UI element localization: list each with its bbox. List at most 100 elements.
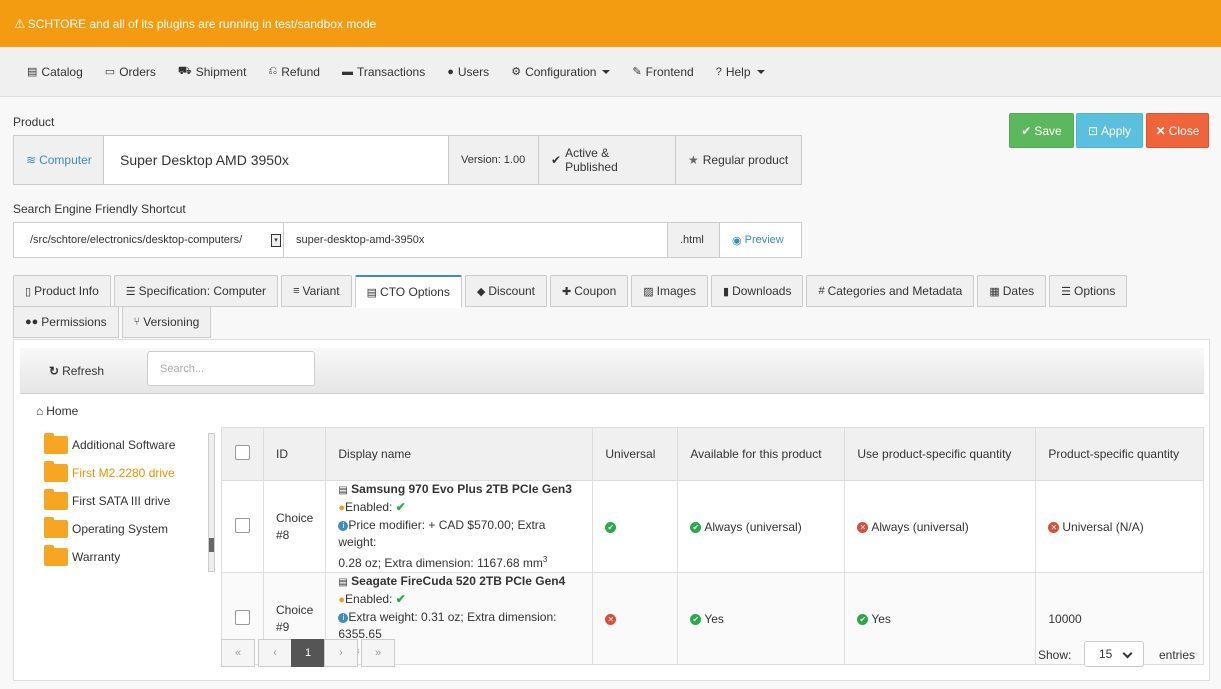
bars-icon: ≡ xyxy=(293,285,300,297)
refresh-icon: ↻ xyxy=(49,364,60,378)
times-circle-icon: ✕ xyxy=(857,521,869,533)
sandbox-banner: ⚠ SCHTORE and all of its plugins are run… xyxy=(0,0,1221,47)
tree-item[interactable]: First M2.2280 drive xyxy=(44,461,175,482)
user-icon: ● xyxy=(447,65,454,78)
list-alt-icon: ▤ xyxy=(366,286,378,299)
tag-icon: ◆ xyxy=(476,285,486,298)
apply-button[interactable]: ⊡ Apply xyxy=(1076,113,1143,148)
tree-item[interactable]: Warranty xyxy=(44,545,120,566)
row-id: Choice xyxy=(276,510,314,525)
refresh-button[interactable]: ↻ Refresh xyxy=(49,364,104,378)
tree-item[interactable]: First SATA III drive xyxy=(44,489,170,510)
file-icon: ▯ xyxy=(25,285,32,298)
home-icon: ⌂ xyxy=(36,404,44,418)
tree-home[interactable]: ⌂ Home xyxy=(36,404,78,418)
tree-item[interactable]: Operating System xyxy=(44,517,168,538)
version-badge: Version: 1.00 xyxy=(449,136,539,184)
tab-coupon[interactable]: ✚ Coupon xyxy=(550,275,629,307)
hashtag-icon: # xyxy=(818,285,825,297)
tab-dates[interactable]: ▦ Dates xyxy=(977,275,1047,307)
tab-product-info[interactable]: ▯ Product Info xyxy=(13,275,111,307)
seo-slug-input[interactable]: super-desktop-amd-3950x xyxy=(284,223,668,257)
col-header[interactable]: Available for this product xyxy=(677,427,846,481)
nav-frontend[interactable]: ✎ Frontend xyxy=(621,47,704,97)
eye-icon: ◉ xyxy=(732,234,742,247)
status-button[interactable]: ✔ Active & Published xyxy=(539,136,676,184)
orders-icon: ▭ xyxy=(104,66,116,78)
nav-users[interactable]: ● Users xyxy=(436,47,500,97)
choice-name: Seagate FireCuda 520 2TB PCIe Gen4 xyxy=(351,574,566,588)
tree-scrollbar[interactable] xyxy=(208,433,215,572)
col-header[interactable]: Use product-specific quantity xyxy=(844,427,1037,481)
tabs-row-2: ●● Permissions ⑂ Versioning xyxy=(13,306,214,338)
tab-categories[interactable]: # Categories and Metadata xyxy=(806,275,975,307)
product-kind-button[interactable]: ★ Regular product xyxy=(676,136,801,184)
first-page-button[interactable]: « xyxy=(221,639,255,667)
list-icon: ▤ xyxy=(338,485,348,496)
tab-cto-options[interactable]: ▤ CTO Options xyxy=(354,275,462,308)
check-circle-icon: ✔ xyxy=(605,521,617,533)
folder-icon xyxy=(44,545,68,566)
nav-configuration[interactable]: ⚙ Configuration xyxy=(500,47,621,97)
preview-button[interactable]: ◉ Preview xyxy=(720,223,801,257)
toolbar: ↻ Refresh Search... xyxy=(20,348,1204,394)
prev-page-button[interactable]: ‹ xyxy=(258,639,292,667)
col-header[interactable]: Universal xyxy=(592,427,679,481)
product-header: ≋ Computer Super Desktop AMD 3950x Versio… xyxy=(13,135,802,185)
page-size-select[interactable]: 15 xyxy=(1084,641,1144,667)
main-content: Product ✔ Save ⊡ Apply ✕ Close ≋ Computer Su… xyxy=(0,97,1221,689)
scroll-thumb[interactable] xyxy=(209,538,214,552)
choice-name: Samsung 970 Evo Plus 2TB PCIe Gen3 xyxy=(351,482,572,496)
last-page-button[interactable]: » xyxy=(361,639,395,667)
list-icon: ☰ xyxy=(125,285,136,298)
row-checkbox[interactable] xyxy=(235,517,250,533)
nav-refund[interactable]: ⎌ Refund xyxy=(257,47,331,97)
transactions-icon: ▬ xyxy=(341,65,353,78)
next-page-button[interactable]: › xyxy=(324,639,358,667)
seo-path-select[interactable]: /src/schtore/electronics/desktop-compute… xyxy=(14,223,284,257)
nav-catalog[interactable]: ▤ Catalog xyxy=(16,47,94,97)
entries-label: entries xyxy=(1159,648,1196,662)
warning-icon: ⚠ xyxy=(14,15,26,31)
col-header[interactable]: ID xyxy=(262,427,327,481)
close-button[interactable]: ✕ Close xyxy=(1146,113,1209,148)
sliders-icon: ☰ xyxy=(1061,285,1071,298)
col-header[interactable]: Product-specific quantity xyxy=(1035,427,1204,481)
tab-downloads[interactable]: ▮ Downloads xyxy=(711,275,804,307)
product-name-input[interactable]: Super Desktop AMD 3950x xyxy=(104,136,449,184)
nav-transactions[interactable]: ▬ Transactions xyxy=(331,47,436,97)
col-header[interactable]: Display name xyxy=(325,427,594,481)
code-branch-icon: ⑂ xyxy=(133,316,141,328)
show-label: Show: xyxy=(1038,648,1072,662)
folder-icon xyxy=(44,517,68,538)
tab-variant[interactable]: ≡ Variant xyxy=(281,275,352,307)
save-button[interactable]: ✔ Save xyxy=(1009,113,1074,148)
seo-label: Search Engine Friendly Shortcut xyxy=(13,202,186,216)
tab-options[interactable]: ☰ Options xyxy=(1049,275,1128,307)
product-type[interactable]: ≋ Computer xyxy=(14,136,104,184)
folder-icon xyxy=(44,489,68,510)
seo-extension: .html xyxy=(668,223,720,257)
tab-discount[interactable]: ◆ Discount xyxy=(464,275,547,307)
check-circle-icon: ✔ xyxy=(857,613,869,625)
tab-versioning[interactable]: ⑂ Versioning xyxy=(121,306,212,338)
folder-icon xyxy=(44,433,68,454)
table-row[interactable]: Choice #8 ▤ Samsung 970 Evo Plus 2TB PCIe… xyxy=(221,480,1204,573)
nav-help[interactable]: ? Help xyxy=(705,47,776,97)
page-button[interactable]: 1 xyxy=(291,639,325,667)
tab-permissions[interactable]: ●● Permissions xyxy=(13,306,119,338)
apply-icon: ⊡ xyxy=(1087,123,1099,138)
nav-orders[interactable]: ▭ Orders xyxy=(94,47,167,97)
row-checkbox[interactable] xyxy=(235,609,250,625)
product-label: Product xyxy=(13,115,55,129)
info-icon: i xyxy=(338,520,349,531)
gears-icon: ⚙ xyxy=(511,66,522,78)
search-input[interactable]: Search... xyxy=(147,351,315,386)
tree-item[interactable]: Additional Software xyxy=(44,433,175,454)
select-all-checkbox[interactable] xyxy=(235,445,250,460)
help-icon: ? xyxy=(715,65,722,78)
tab-images[interactable]: ▨ Images xyxy=(631,275,709,307)
row-id: Choice xyxy=(276,602,314,617)
tab-specification[interactable]: ☰ Specification: Computer xyxy=(113,275,279,307)
nav-shipment[interactable]: ⛟ Shipment xyxy=(167,47,258,97)
